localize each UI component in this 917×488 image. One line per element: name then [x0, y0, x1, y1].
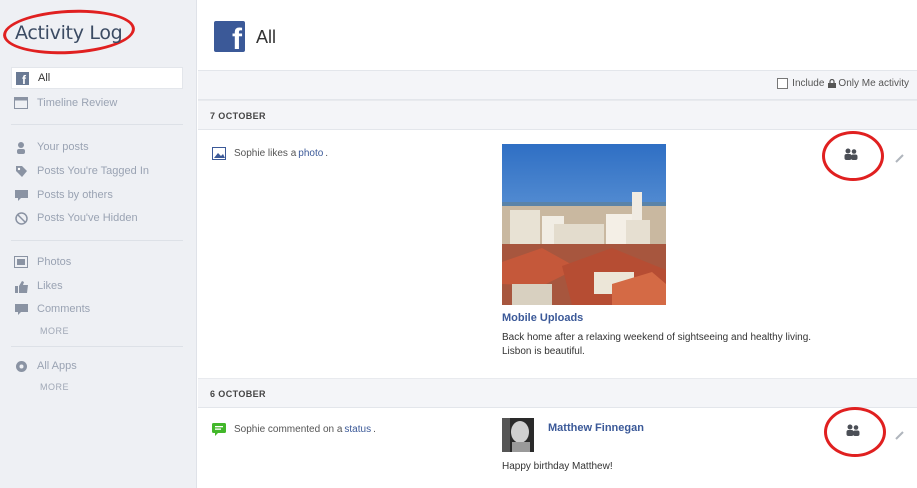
timeline-icon [14, 96, 28, 110]
audience-selector[interactable] [822, 131, 884, 181]
divider [11, 240, 183, 241]
avatar[interactable] [502, 418, 534, 452]
sidebar-item-posts-by-others[interactable]: Posts by others [11, 184, 113, 206]
page-title: Activity Log [15, 22, 123, 44]
facebook-icon: f [15, 71, 29, 85]
status-link[interactable]: status [344, 424, 371, 435]
more-link[interactable]: MORE [40, 326, 69, 336]
sidebar-item-likes[interactable]: Likes [11, 275, 63, 297]
sidebar-item-label: Posts You're Tagged In [37, 165, 149, 177]
sidebar-item-label: All [38, 72, 51, 84]
sidebar-item-your-posts[interactable]: Your posts [11, 136, 89, 158]
sidebar-item-photos[interactable]: Photos [11, 251, 71, 273]
sidebar-item-label: All Apps [37, 360, 77, 372]
tag-icon [14, 164, 28, 178]
hidden-icon [14, 211, 28, 225]
main-content: f All Include Only Me activity 7 OCTOBER… [198, 0, 917, 488]
sidebar-item-hidden[interactable]: Posts You've Hidden [11, 207, 138, 229]
only-me-label: Only Me activity [838, 78, 909, 89]
photo-like-icon [212, 146, 226, 160]
edit-pencil-icon[interactable] [895, 150, 904, 168]
header: f All [198, 0, 917, 70]
date-header: 6 OCTOBER [198, 378, 917, 408]
activity-story: Sophie likes a photo . [212, 146, 328, 160]
header-title: All [256, 27, 277, 47]
lisbon-photo[interactable] [502, 144, 666, 305]
edit-pencil-icon[interactable] [895, 427, 904, 445]
filter-bar: Include Only Me activity [198, 70, 917, 100]
divider [11, 124, 183, 125]
divider [11, 346, 183, 347]
photos-icon [14, 255, 28, 269]
more-link[interactable]: MORE [40, 382, 69, 392]
comment-icon [14, 302, 28, 316]
include-label: Include [792, 78, 825, 89]
comment-text: Happy birthday Matthew! [502, 461, 613, 472]
sidebar-item-label: Photos [37, 256, 72, 268]
sidebar-item-label: Comments [37, 303, 91, 315]
checkbox[interactable] [777, 78, 789, 89]
audience-selector[interactable] [824, 407, 886, 457]
comment-activity-icon [212, 422, 226, 436]
thumbs-up-icon [14, 279, 28, 293]
sidebar-item-label: Your posts [37, 141, 89, 153]
sidebar-item-timeline-review[interactable]: Timeline Review [11, 92, 117, 114]
photo-caption: Back home after a relaxing weekend of si… [502, 332, 812, 357]
apps-icon [14, 359, 28, 373]
sidebar-item-all[interactable]: f All [11, 67, 183, 89]
facebook-logo-icon: f [214, 21, 245, 52]
sidebar-item-comments[interactable]: Comments [11, 298, 90, 320]
date-header: 7 OCTOBER [198, 100, 917, 130]
album-title-link[interactable]: Mobile Uploads [502, 312, 583, 324]
sidebar-item-label: Posts You've Hidden [37, 212, 138, 224]
photo-link[interactable]: photo [298, 148, 323, 159]
activity-story: Sophie commented on a status . [212, 422, 376, 436]
sidebar-item-all-apps[interactable]: All Apps [11, 355, 77, 377]
speech-bubble-icon [14, 188, 28, 202]
friends-icon [844, 147, 858, 165]
sidebar-item-tagged[interactable]: Posts You're Tagged In [11, 160, 149, 182]
sidebar-item-label: Timeline Review [37, 97, 118, 109]
sidebar-item-label: Posts by others [37, 189, 113, 201]
lock-icon [828, 79, 837, 88]
person-icon [14, 140, 28, 154]
sidebar: Activity Log f All Timeline Review Your … [0, 0, 197, 488]
include-only-me-toggle[interactable]: Include Only Me activity [777, 78, 909, 89]
friends-icon [846, 423, 860, 441]
commenter-name-link[interactable]: Matthew Finnegan [548, 422, 644, 434]
sidebar-item-label: Likes [37, 280, 63, 292]
